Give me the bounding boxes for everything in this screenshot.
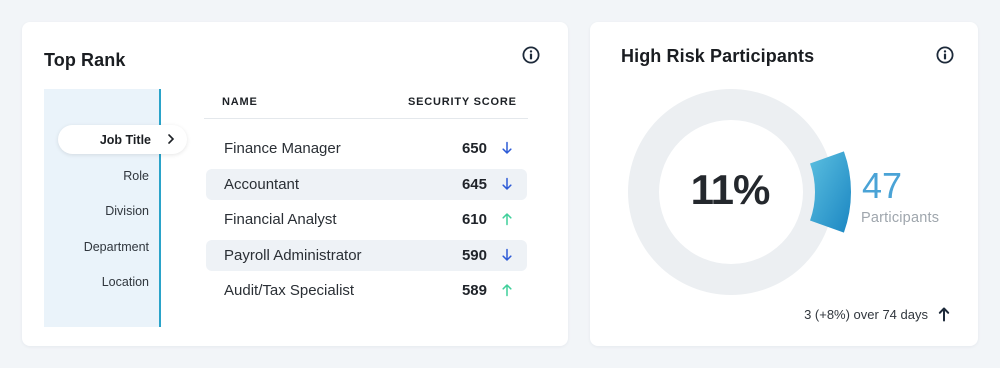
arrow-up-icon [502,284,512,297]
trend-summary: 3 (+8%) over 74 days [804,307,928,322]
table-header-divider [204,118,528,119]
chevron-right-icon [168,134,175,144]
nav-item-division[interactable]: Division [105,204,149,218]
table-row[interactable]: Finance Manager 650 [206,133,527,164]
nav-item-location[interactable]: Location [102,275,149,289]
column-header-name: NAME [222,96,258,108]
top-rank-title: Top Rank [44,50,126,70]
table-row[interactable]: Payroll Administrator 590 [206,240,527,271]
arrow-down-icon [502,141,512,154]
info-icon[interactable] [522,46,540,64]
arrow-down-icon [502,177,512,190]
nav-item-job-title[interactable]: Job Title [58,125,187,154]
row-score: 589 [461,282,487,299]
rank-category-nav: Job Title Role Division Department Locat… [44,89,187,327]
high-risk-card: High Risk Participants 11% 47 Participan… [590,22,978,346]
table-row[interactable]: Accountant 645 [206,169,527,200]
nav-item-label: Job Title [99,133,151,147]
row-name: Finance Manager [224,140,341,157]
table-row[interactable]: Audit/Tax Specialist 589 [206,275,527,306]
risk-percentage: 11% [690,166,771,213]
donut-highlight-segment [810,151,851,233]
risk-donut-chart [628,89,851,295]
row-score: 650 [461,140,487,157]
table-row[interactable]: Financial Analyst 610 [206,204,527,235]
nav-item-department[interactable]: Department [84,240,149,254]
row-name: Financial Analyst [224,211,337,228]
row-score: 590 [461,247,487,264]
arrow-up-icon [502,213,512,226]
participant-count: 47 [862,165,903,206]
row-name: Audit/Tax Specialist [224,282,355,299]
row-score: 645 [461,176,487,193]
top-rank-card: Top Rank Job Title Role Division Departm… [22,22,568,346]
arrow-up-icon [938,307,950,322]
nav-item-role[interactable]: Role [123,169,149,183]
row-name: Payroll Administrator [224,247,362,264]
row-name: Accountant [224,176,300,193]
column-header-security-score: SECURITY SCORE [408,96,517,108]
row-score: 610 [461,211,487,228]
participant-count-label: Participants [861,210,940,226]
arrow-down-icon [502,248,512,261]
